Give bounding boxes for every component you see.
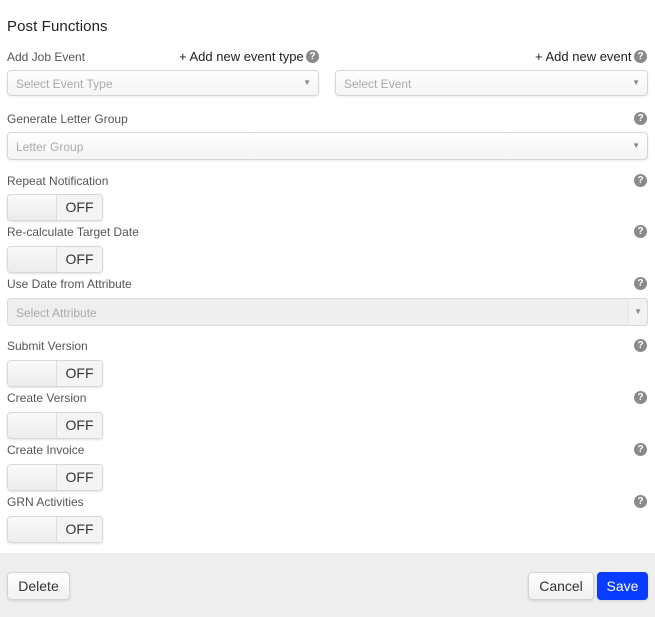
help-icon[interactable]: ? <box>634 495 647 508</box>
cancel-button[interactable]: Cancel <box>528 572 594 600</box>
help-icon[interactable]: ? <box>634 339 647 352</box>
recalculate-target-date-toggle[interactable]: OFF <box>7 246 103 273</box>
event-type-select[interactable]: Select Event Type ▼ <box>7 70 319 96</box>
event-select[interactable]: Select Event ▼ <box>335 70 648 96</box>
toggle-knob <box>8 361 57 386</box>
letter-group-placeholder: Letter Group <box>16 140 84 154</box>
toggle-knob <box>8 195 57 220</box>
delete-button[interactable]: Delete <box>7 572 70 600</box>
help-icon[interactable]: ? <box>634 443 647 456</box>
toggle-state: OFF <box>57 517 102 542</box>
help-icon[interactable]: ? <box>634 112 647 125</box>
create-version-toggle[interactable]: OFF <box>7 412 103 439</box>
letter-group-select[interactable]: Letter Group ▼ <box>7 132 648 160</box>
help-icon[interactable]: ? <box>634 50 647 63</box>
toggle-state: OFF <box>57 247 102 272</box>
toggle-knob <box>8 413 57 438</box>
create-version-label: Create Version <box>7 391 87 405</box>
create-invoice-toggle[interactable]: OFF <box>7 464 103 491</box>
help-icon[interactable]: ? <box>634 225 647 238</box>
letter-group-label: Generate Letter Group <box>7 112 128 126</box>
event-placeholder: Select Event <box>344 77 412 91</box>
toggle-state: OFF <box>57 195 102 220</box>
chevron-down-icon: ▼ <box>632 78 640 87</box>
toggle-knob <box>8 465 57 490</box>
toggle-state: OFF <box>57 465 102 490</box>
add-new-event-link[interactable]: + Add new event <box>535 49 632 64</box>
toggle-state: OFF <box>57 361 102 386</box>
save-button[interactable]: Save <box>597 572 648 600</box>
page-title: Post Functions <box>7 18 108 35</box>
footer-bar: Delete Cancel Save <box>0 553 655 617</box>
date-from-attribute-label: Use Date from Attribute <box>7 277 132 291</box>
help-icon[interactable]: ? <box>634 277 647 290</box>
grn-activities-label: GRN Activities <box>7 495 84 509</box>
submit-version-label: Submit Version <box>7 339 88 353</box>
attribute-placeholder: Select Attribute <box>16 306 97 320</box>
create-invoice-label: Create Invoice <box>7 443 85 457</box>
help-icon[interactable]: ? <box>634 391 647 404</box>
help-icon[interactable]: ? <box>634 174 647 187</box>
add-new-event-type-link[interactable]: + Add new event type <box>179 49 304 64</box>
grn-activities-toggle[interactable]: OFF <box>7 516 103 543</box>
recalculate-target-date-label: Re-calculate Target Date <box>7 225 139 239</box>
toggle-knob <box>8 247 57 272</box>
repeat-notification-label: Repeat Notification <box>7 174 109 188</box>
toggle-state: OFF <box>57 413 102 438</box>
chevron-down-icon: ▼ <box>634 307 642 316</box>
attribute-select[interactable]: Select Attribute ▼ <box>7 298 648 326</box>
toggle-knob <box>8 517 57 542</box>
add-job-event-label: Add Job Event <box>7 50 86 64</box>
chevron-down-icon: ▼ <box>632 141 640 150</box>
event-type-placeholder: Select Event Type <box>16 77 113 91</box>
repeat-notification-toggle[interactable]: OFF <box>7 194 103 221</box>
help-icon[interactable]: ? <box>306 50 319 63</box>
submit-version-toggle[interactable]: OFF <box>7 360 103 387</box>
chevron-down-icon: ▼ <box>303 78 311 87</box>
